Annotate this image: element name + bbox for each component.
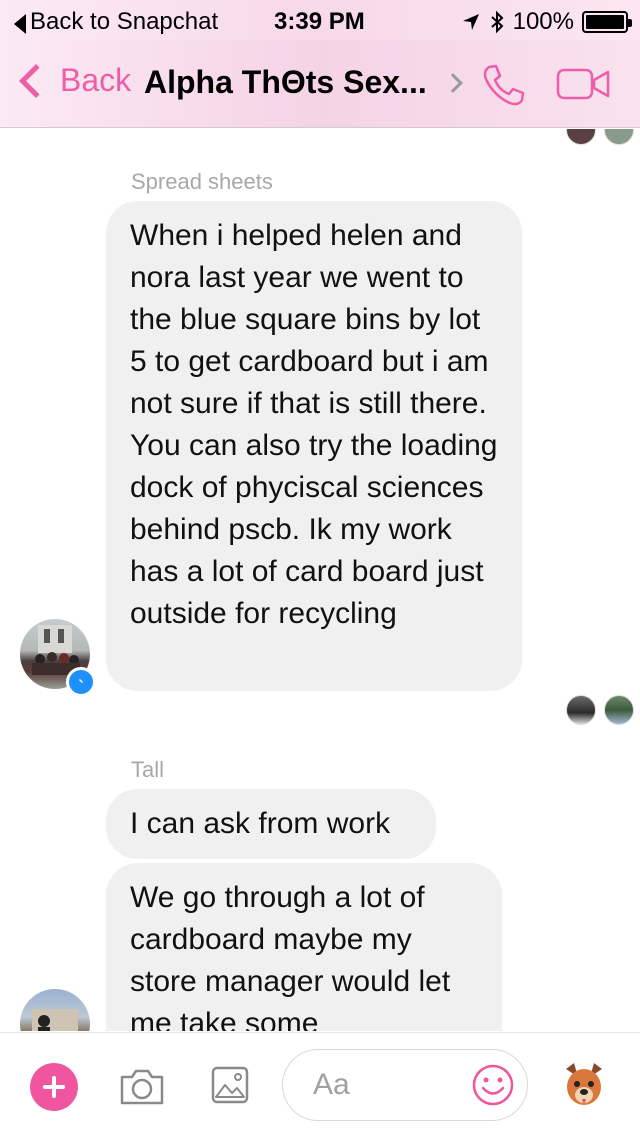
- read-receipt-avatar: [604, 695, 634, 725]
- location-arrow-icon: [462, 14, 479, 30]
- messenger-badge-icon: [66, 667, 96, 697]
- clock: 3:39 PM: [274, 8, 365, 35]
- nav-bar: Back Alpha ThΘts Sex...: [0, 40, 640, 128]
- dog-sticker-icon[interactable]: [560, 1059, 608, 1111]
- message-input-field[interactable]: [282, 1049, 528, 1121]
- back-to-app-label: Back to Snapchat: [30, 8, 219, 35]
- sender-name: Spread sheets: [131, 169, 273, 194]
- battery-icon: [582, 11, 632, 33]
- bluetooth-icon: [490, 10, 504, 34]
- message-input[interactable]: [313, 1068, 463, 1102]
- chevron-right-icon[interactable]: [443, 73, 463, 93]
- message-bubble[interactable]: When i helped helen and nora last year w…: [106, 201, 522, 691]
- plus-icon: [43, 1076, 65, 1098]
- composer-toolbar: [0, 1032, 640, 1136]
- profile-photo-icon: [32, 1009, 78, 1031]
- camera-icon[interactable]: [118, 1067, 166, 1107]
- status-right: 100%: [461, 8, 632, 36]
- emoji-smiley-icon[interactable]: [471, 1063, 515, 1107]
- message-bubble[interactable]: I can ask from work: [106, 789, 436, 859]
- back-to-app-link[interactable]: Back to Snapchat: [14, 8, 218, 36]
- gallery-image-icon[interactable]: [210, 1065, 250, 1105]
- back-button[interactable]: Back: [14, 62, 131, 99]
- back-triangle-icon: [14, 13, 26, 34]
- battery-percent: 100%: [512, 8, 574, 35]
- sender-name: Tall: [131, 757, 165, 782]
- message-list[interactable]: Spread sheets When i helped helen and no…: [0, 129, 640, 1031]
- read-receipt-avatar: [566, 695, 596, 725]
- chevron-left-icon: [19, 63, 53, 98]
- back-label: Back: [60, 62, 132, 98]
- status-bar: Back to Snapchat 3:39 PM 100%: [0, 0, 640, 40]
- read-receipt-avatar: [566, 129, 596, 145]
- message-bubble[interactable]: We go through a lot of cardboard maybe m…: [106, 863, 502, 1031]
- sender-avatar[interactable]: [20, 989, 90, 1031]
- phone-icon[interactable]: [480, 62, 526, 108]
- more-actions-plus-button[interactable]: [30, 1063, 78, 1111]
- conversation-title[interactable]: Alpha ThΘts Sex...: [144, 64, 427, 101]
- video-camera-icon[interactable]: [556, 66, 612, 102]
- read-receipt-avatar: [604, 129, 634, 145]
